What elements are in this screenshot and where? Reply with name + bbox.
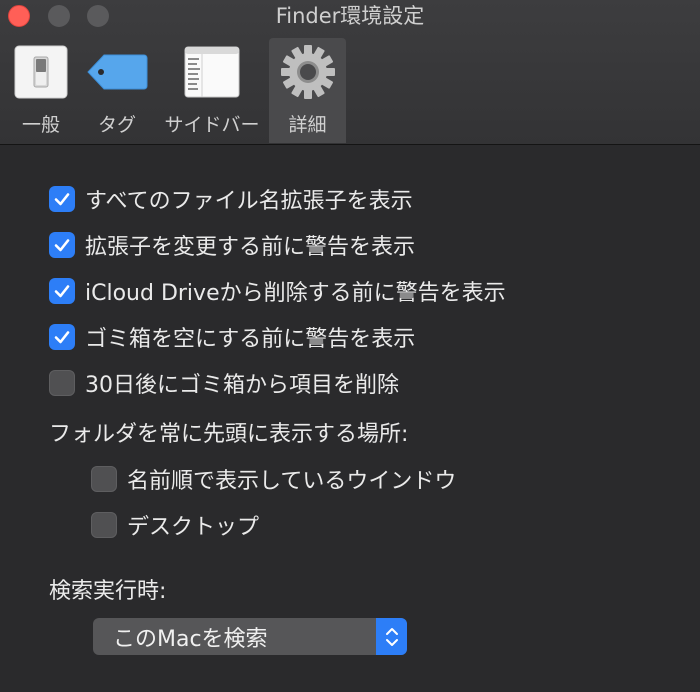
checkbox-label: 30日後にゴミ箱から項目を削除 [85, 373, 399, 398]
window-titlebar: Finder環境設定 一般 タグ サイドバー 詳細 [0, 0, 700, 145]
option-warn-empty-trash[interactable]: ゴミ箱を空にする前に警告を表示 [49, 321, 415, 353]
tab-label: タグ [97, 114, 136, 136]
option-folders-top-name-sorted[interactable]: 名前順で表示しているウインドウ [91, 463, 456, 495]
checkmark-icon [54, 193, 70, 206]
switch-icon [14, 38, 68, 106]
tab-advanced[interactable]: 詳細 [269, 38, 346, 143]
gear-icon [279, 38, 337, 106]
window-title: Finder環境設定 [275, 4, 425, 28]
tab-tags[interactable]: タグ [82, 38, 152, 143]
tag-icon [86, 38, 148, 106]
chevron-updown-icon [376, 618, 407, 655]
checkbox-label: 名前順で表示しているウインドウ [127, 469, 457, 494]
search-scope-select[interactable]: このMacを検索 [93, 618, 407, 655]
option-warn-icloud-remove[interactable]: iCloud Driveから削除する前に警告を表示 [49, 275, 506, 307]
search-scope-value: このMacを検索 [113, 626, 268, 652]
checkbox[interactable] [91, 512, 117, 538]
checkbox-label: 拡張子を変更する前に警告を表示 [85, 235, 416, 260]
search-heading: 検索実行時: [49, 579, 167, 604]
option-folders-top-desktop[interactable]: デスクトップ [91, 509, 259, 541]
tab-label: サイドバー [164, 114, 260, 136]
tab-label: 一般 [21, 114, 60, 136]
checkbox-label: すべてのファイル名拡張子を表示 [85, 189, 413, 214]
checkbox[interactable] [49, 232, 75, 258]
option-show-extensions[interactable]: すべてのファイル名拡張子を表示 [49, 183, 413, 215]
checkmark-icon [54, 285, 70, 298]
preferences-content: すべてのファイル名拡張子を表示 拡張子を変更する前に警告を表示 iCloud D… [0, 145, 700, 692]
tab-label: 詳細 [288, 114, 327, 136]
tab-sidebar[interactable]: サイドバー [160, 38, 264, 143]
checkbox[interactable] [49, 370, 75, 396]
checkbox[interactable] [49, 278, 75, 304]
checkmark-icon [54, 239, 70, 252]
checkmark-icon [54, 331, 70, 344]
checkbox[interactable] [49, 324, 75, 350]
checkbox[interactable] [49, 186, 75, 212]
checkbox-label: ゴミ箱を空にする前に警告を表示 [85, 327, 416, 352]
sidebar-list-icon [184, 38, 240, 106]
checkbox-label: デスクトップ [127, 515, 260, 540]
tab-general[interactable]: 一般 [6, 38, 76, 143]
folders-on-top-heading: フォルダを常に先頭に表示する場所: [49, 422, 409, 447]
option-remove-trash-30-days[interactable]: 30日後にゴミ箱から項目を削除 [49, 367, 399, 399]
checkbox[interactable] [91, 466, 117, 492]
option-warn-extension-change[interactable]: 拡張子を変更する前に警告を表示 [49, 229, 415, 261]
checkbox-label: iCloud Driveから削除する前に警告を表示 [85, 281, 506, 306]
